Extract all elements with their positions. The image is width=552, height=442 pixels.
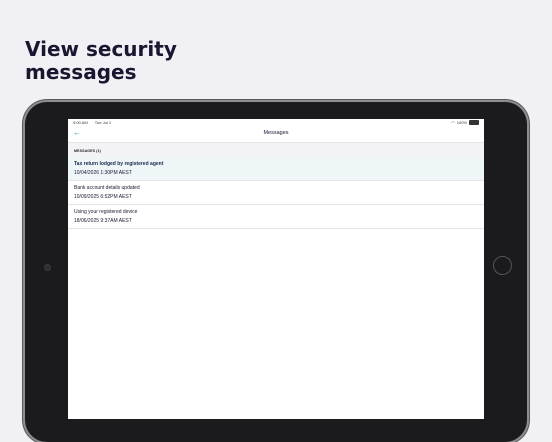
battery-icon (469, 120, 479, 125)
message-row[interactable]: Using your registered device 18/06/2025 … (68, 205, 484, 229)
promo-headline: View security messages (25, 38, 177, 84)
message-date: 18/06/2025 9:37AM AEST (74, 218, 132, 224)
message-date: 10/04/2026 1:30PM AEST (74, 170, 132, 176)
message-row[interactable]: Tax return lodged by registered agent 10… (68, 157, 484, 181)
wifi-icon: ◠ (451, 119, 455, 125)
message-row[interactable]: Bank account details updated 10/09/2025 … (68, 181, 484, 205)
home-button (493, 256, 512, 275)
page-title: Messages (263, 130, 289, 136)
message-subject: Bank account details updated (74, 185, 140, 191)
nav-bar: ← Messages (68, 126, 484, 143)
message-date: 10/09/2025 6:52PM AEST (74, 194, 132, 200)
status-time: 9:00 AM (73, 120, 88, 125)
headline-line-1: View security (25, 37, 177, 61)
battery-percent: 100% (456, 120, 467, 125)
section-header: MESSAGES (1) (68, 143, 484, 157)
tablet-screen: 9:00 AM Tue Jul 1 ◠ 100% ← Messages MESS… (68, 119, 484, 419)
message-subject: Using your registered device (74, 209, 138, 215)
section-header-label: MESSAGES (1) (74, 149, 101, 153)
message-subject: Tax return lodged by registered agent (74, 161, 164, 167)
headline-line-2: messages (25, 60, 137, 84)
status-date: Tue Jul 1 (94, 120, 112, 125)
status-bar: 9:00 AM Tue Jul 1 ◠ 100% (68, 119, 484, 126)
camera-icon (45, 265, 50, 270)
